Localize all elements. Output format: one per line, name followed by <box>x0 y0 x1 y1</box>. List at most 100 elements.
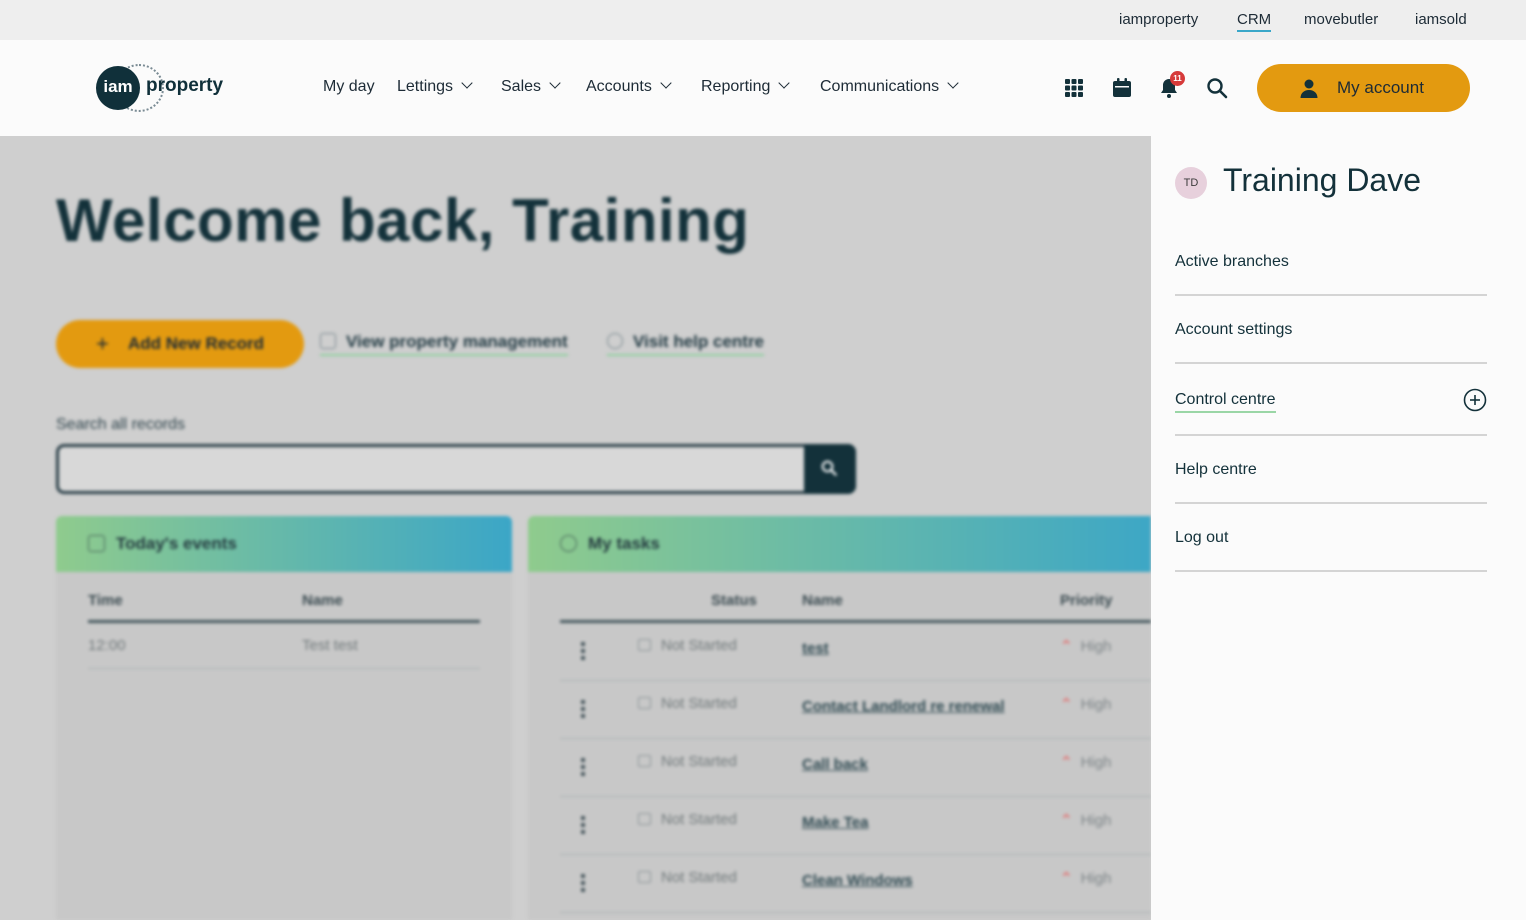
nav-label: Reporting <box>701 78 771 95</box>
priority-high-icon: ⌃ <box>1060 754 1073 771</box>
menu-item-log-out[interactable]: Log out <box>1175 504 1487 572</box>
brand-link-movebutler[interactable]: movebutler <box>1304 11 1378 28</box>
search-icon[interactable] <box>1205 76 1229 100</box>
priority-high-icon: ⌃ <box>1060 638 1073 655</box>
brand-link-iamproperty[interactable]: iamproperty <box>1119 11 1198 28</box>
status-text: Not Started <box>661 811 737 828</box>
menu-item-active-branches[interactable]: Active branches <box>1175 228 1487 296</box>
row-divider <box>560 912 1151 913</box>
status-text: Not Started <box>661 637 737 654</box>
search-submit-button[interactable] <box>804 444 856 494</box>
todays-events-panel: Today's events Time Name 12:00 Test test <box>56 516 512 920</box>
task-name-link[interactable]: Contact Landlord re renewal <box>802 698 1005 715</box>
chevron-down-icon <box>778 77 791 89</box>
brand-switcher-bar: iamproperty CRM movebutler iamsold <box>0 0 1526 40</box>
user-name: Training Dave <box>1223 162 1422 198</box>
chevron-down-icon <box>461 77 473 89</box>
logo-word: property <box>146 75 224 96</box>
task-priority: ⌃ High <box>1060 753 1111 771</box>
task-priority: ⌃ High <box>1060 811 1111 829</box>
row-actions-icon[interactable] <box>581 874 585 892</box>
chevron-down-icon <box>947 77 959 89</box>
dashboard-background: Welcome back, Training + Add New Record … <box>0 136 1151 920</box>
task-name-link[interactable]: Clean Windows <box>802 872 913 889</box>
event-name[interactable]: Test test <box>302 637 358 654</box>
task-name-link[interactable]: Make Tea <box>802 814 868 831</box>
calendar-icon <box>88 535 105 552</box>
nav-label: Accounts <box>586 78 652 95</box>
priority-text: High <box>1080 638 1112 655</box>
row-divider <box>560 738 1151 739</box>
column-header-status: Status <box>711 592 757 609</box>
priority-high-icon: ⌃ <box>1060 696 1073 713</box>
chevron-down-icon <box>660 77 672 89</box>
nav-label: Lettings <box>397 78 454 95</box>
task-name-link[interactable]: Call back <box>802 756 868 773</box>
menu-item-account-settings[interactable]: Account settings <box>1175 296 1487 364</box>
column-header-name: Name <box>302 592 343 609</box>
task-status: Not Started <box>638 811 737 828</box>
account-dropdown-panel: TD Training Dave Active branches Account… <box>1151 136 1526 920</box>
main-header: iam property My day Lettings Sales Accou… <box>0 40 1526 136</box>
header-divider <box>560 620 1151 623</box>
search-records-input[interactable] <box>56 444 856 494</box>
logo-circle: iam <box>96 66 140 110</box>
nav-label: Sales <box>501 78 542 95</box>
flag-icon <box>638 697 651 709</box>
todays-events-header: Today's events <box>56 516 512 572</box>
notification-badge: 11 <box>1170 71 1185 86</box>
nav-communications[interactable]: Communications <box>820 77 959 96</box>
add-new-record-label: Add New Record <box>128 334 265 353</box>
row-divider <box>560 854 1151 855</box>
row-actions-icon[interactable] <box>581 758 585 776</box>
add-new-record-button[interactable]: + Add New Record <box>56 320 304 368</box>
row-divider <box>88 668 480 669</box>
status-text: Not Started <box>661 753 737 770</box>
iamproperty-logo[interactable]: iam property <box>96 64 236 112</box>
search-label: Search all records <box>56 416 185 433</box>
row-divider <box>560 796 1151 797</box>
menu-item-help-centre[interactable]: Help centre <box>1175 436 1487 504</box>
row-actions-icon[interactable] <box>581 642 585 660</box>
brand-link-crm[interactable]: CRM <box>1237 11 1272 32</box>
column-header-time: Time <box>88 592 123 609</box>
my-tasks-panel: My tasks Status Name Priority Not Starte… <box>528 516 1151 920</box>
task-name-link[interactable]: test <box>802 640 829 657</box>
menu-item-label: Active branches <box>1175 253 1289 270</box>
nav-sales[interactable]: Sales <box>501 77 561 96</box>
priority-text: High <box>1080 696 1112 713</box>
menu-item-label: Account settings <box>1175 321 1293 338</box>
my-account-button[interactable]: My account <box>1257 64 1470 112</box>
row-actions-icon[interactable] <box>581 816 585 834</box>
view-property-management-link[interactable]: View property management <box>320 332 568 356</box>
my-account-label: My account <box>1337 78 1424 97</box>
priority-high-icon: ⌃ <box>1060 870 1073 887</box>
nav-my-day[interactable]: My day <box>323 78 375 96</box>
plus-icon: + <box>96 331 109 356</box>
link-label: Visit help centre <box>633 332 765 351</box>
header-divider <box>88 620 480 623</box>
task-status: Not Started <box>638 637 737 654</box>
menu-item-control-centre[interactable]: Control centre <box>1175 364 1487 436</box>
brand-link-iamsold[interactable]: iamsold <box>1415 11 1467 28</box>
task-priority: ⌃ High <box>1060 869 1111 887</box>
menu-item-label: Log out <box>1175 529 1229 546</box>
welcome-heading: Welcome back, Training <box>56 187 750 254</box>
nav-lettings[interactable]: Lettings <box>397 77 473 96</box>
flag-icon <box>638 639 651 651</box>
nav-reporting[interactable]: Reporting <box>701 77 791 96</box>
row-actions-icon[interactable] <box>581 700 585 718</box>
apps-grid-icon[interactable] <box>1062 76 1086 100</box>
user-icon <box>1300 79 1318 98</box>
flag-icon <box>638 871 651 883</box>
visit-help-centre-link[interactable]: Visit help centre <box>607 332 765 356</box>
priority-text: High <box>1080 870 1112 887</box>
priority-high-icon: ⌃ <box>1060 812 1073 829</box>
status-text: Not Started <box>661 869 737 886</box>
expand-plus-icon[interactable] <box>1463 388 1487 412</box>
chevron-down-icon <box>549 77 561 89</box>
calendar-icon[interactable] <box>1110 76 1134 100</box>
nav-accounts[interactable]: Accounts <box>586 77 672 96</box>
flag-icon <box>638 813 651 825</box>
panel-title: My tasks <box>588 534 660 553</box>
